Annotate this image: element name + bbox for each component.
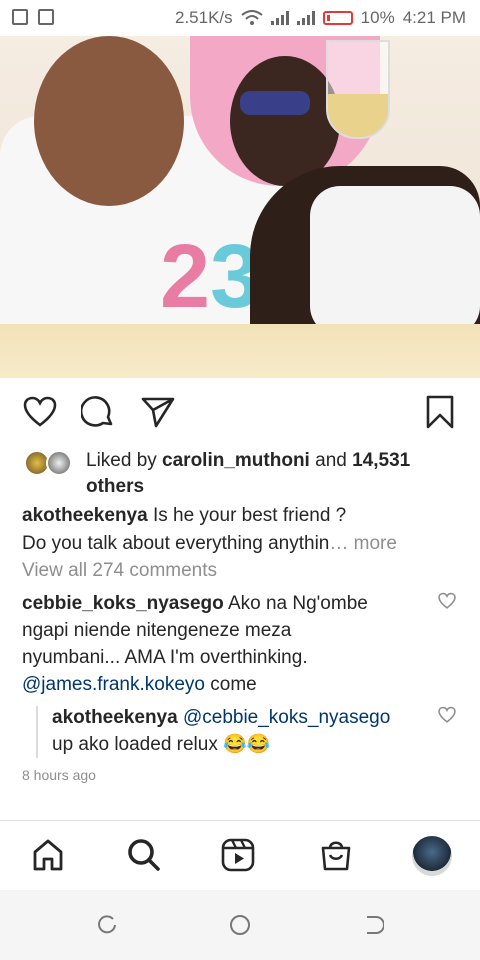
nav-reels-button[interactable] xyxy=(218,835,258,875)
comment-username[interactable]: cebbie_koks_nyasego xyxy=(22,593,224,614)
comment-like-heart-icon[interactable] xyxy=(438,592,456,610)
avatar xyxy=(46,450,72,476)
system-nav-bar xyxy=(0,890,480,960)
likes-count[interactable]: 14,531 xyxy=(352,450,410,471)
nav-search-button[interactable] xyxy=(124,835,164,875)
comment-text-line4: come xyxy=(204,674,257,695)
view-all-comments-link[interactable]: View all 274 comments xyxy=(22,560,217,582)
reply-like-heart-icon[interactable] xyxy=(438,706,456,724)
liked-by-user[interactable]: carolin_muthoni xyxy=(162,450,310,471)
comment-button[interactable] xyxy=(78,392,118,432)
liker-avatars xyxy=(24,450,76,478)
search-icon xyxy=(128,839,160,871)
bottom-nav xyxy=(0,820,480,891)
wifi-icon xyxy=(241,10,263,25)
share-button[interactable] xyxy=(138,392,178,432)
caption-text-line2: Do you talk about everything anythin xyxy=(22,533,330,554)
comment-text-line1: Ako na Ng'ombe xyxy=(223,593,368,614)
comment-text-line3: nyumbani... AMA I'm overthinking. xyxy=(22,647,308,668)
reply-item: akotheekenya @cebbie_koks_nyasegoup ako … xyxy=(52,704,432,758)
bookmark-icon xyxy=(426,395,454,429)
post-timestamp: 8 hours ago xyxy=(22,767,96,783)
post-caption: akotheekenya Is he your best friend ? Do … xyxy=(22,502,462,558)
reels-icon xyxy=(221,838,255,872)
nav-profile-avatar[interactable] xyxy=(412,836,452,876)
post-actions xyxy=(0,392,480,432)
battery-icon xyxy=(322,11,353,25)
reply-username[interactable]: akotheekenya xyxy=(52,707,178,728)
back-icon[interactable] xyxy=(362,914,384,936)
shop-icon xyxy=(321,841,351,871)
reply-mention[interactable]: @cebbie_koks_nyasego xyxy=(178,707,390,728)
comment-mention[interactable]: @james.frank.kokeyo xyxy=(22,674,205,695)
notification-message-icon xyxy=(12,9,28,25)
likes-others[interactable]: others xyxy=(86,476,144,497)
like-button[interactable] xyxy=(20,392,60,432)
comment-item: cebbie_koks_nyasego Ako na Ng'ombe ngapi … xyxy=(22,590,422,698)
status-bar: 2.51K/s 10% 4:21 PM xyxy=(0,0,480,36)
post-image[interactable]: 23 xyxy=(0,36,480,378)
nav-shop-button[interactable] xyxy=(316,835,356,875)
nav-home-button[interactable] xyxy=(28,835,68,875)
reply-text: up ako loaded relux 😂😂 xyxy=(52,734,271,755)
save-button[interactable] xyxy=(420,392,460,432)
comment-text-line2: ngapi niende nitengeneze meza xyxy=(22,620,292,641)
caption-more-link[interactable]: … more xyxy=(329,533,397,554)
network-speed: 2.51K/s xyxy=(175,8,233,27)
home-icon xyxy=(33,839,63,871)
recents-icon[interactable] xyxy=(96,914,118,936)
caption-text-line1: Is he your best friend ? xyxy=(147,505,347,526)
battery-level: 10% xyxy=(360,8,395,27)
heart-icon xyxy=(23,396,57,427)
signal-icon xyxy=(270,11,289,25)
home-circle-icon[interactable] xyxy=(229,914,251,936)
notification-gallery-icon xyxy=(38,9,54,25)
comment-icon xyxy=(81,396,113,427)
reply-thread-line xyxy=(36,706,38,758)
clock: 4:21 PM xyxy=(402,8,466,27)
liked-by-and: and xyxy=(309,450,353,471)
caption-username[interactable]: akotheekenya xyxy=(22,505,148,526)
liked-by-prefix: Liked by xyxy=(86,450,163,471)
send-icon xyxy=(141,397,175,428)
signal-icon-2 xyxy=(296,11,315,25)
